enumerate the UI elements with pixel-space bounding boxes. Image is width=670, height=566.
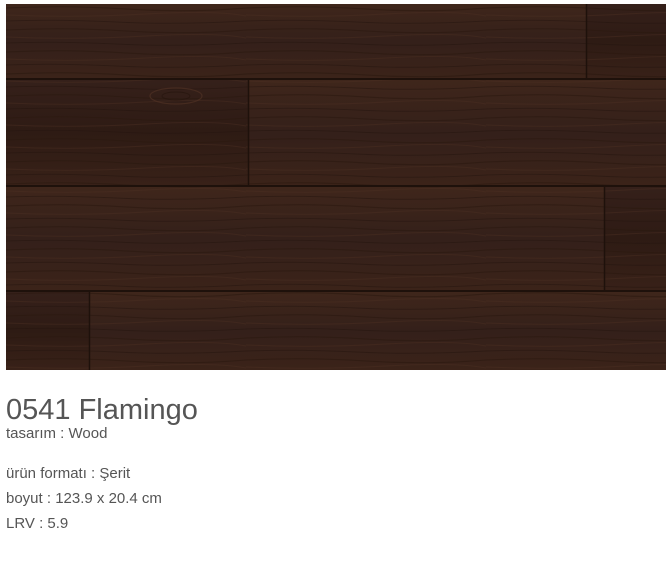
plank-row-4 <box>6 292 666 370</box>
spec-size: boyut : 123.9 x 20.4 cm <box>6 490 162 507</box>
plank-row-1 <box>6 4 666 78</box>
spec-format: ürün formatı : Şerit <box>6 465 131 482</box>
spec-design: tasarım : Wood <box>6 425 108 442</box>
spec-lrv: LRV : 5.9 <box>6 515 69 532</box>
plank-row-2 <box>6 80 666 185</box>
plank-row-3 <box>6 187 666 290</box>
product-image <box>6 4 666 370</box>
wood-texture-svg <box>6 4 666 370</box>
